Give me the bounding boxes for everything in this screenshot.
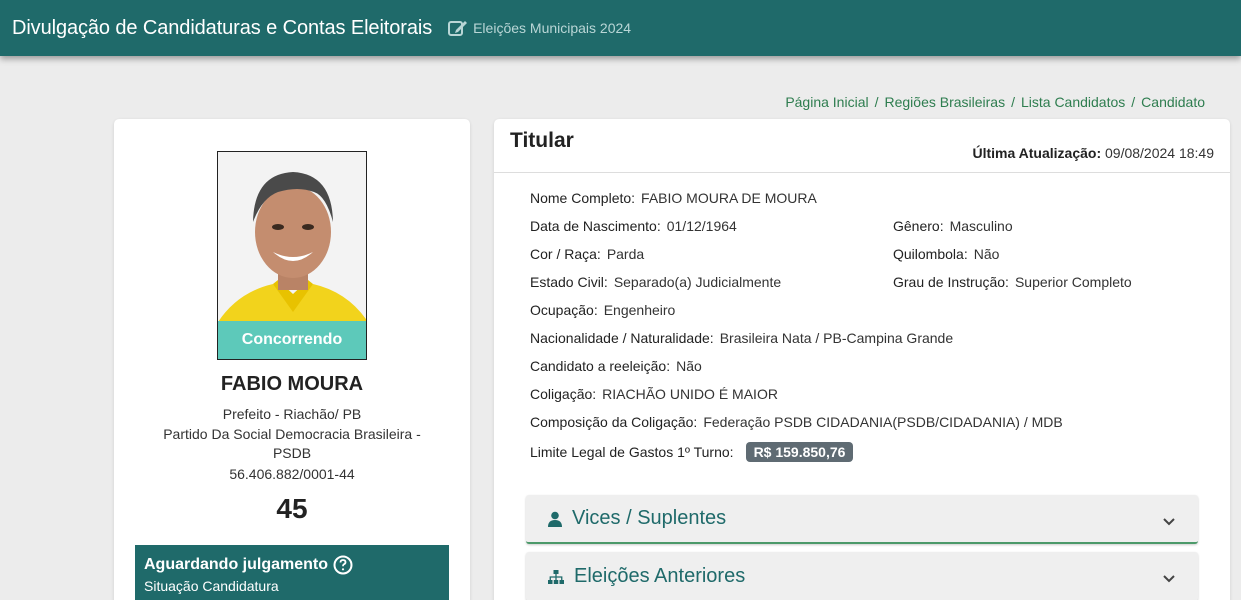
candidate-party-acronym: PSDB (272, 445, 312, 461)
field-limite-gastos: Limite Legal de Gastos 1º Turno: R$ 159.8… (530, 442, 854, 462)
candidate-cnpj: 56.406.882/0001-44 (229, 466, 355, 482)
election-selector[interactable]: Eleições Municipais 2024 (448, 19, 631, 37)
section-title: Titular (510, 129, 574, 152)
candidate-photo: Concorrendo (217, 151, 367, 360)
field-nacionalidade: Nacionalidade / Naturalidade: Brasileira … (530, 330, 953, 346)
field-data-nascimento: Data de Nascimento: 01/12/1964 (530, 218, 737, 234)
field-label: Candidato a reeleição: (530, 358, 671, 374)
field-quilombola: Quilombola: Não (893, 246, 999, 262)
field-ocupacao: Ocupação: Engenheiro (530, 302, 675, 318)
field-nome-completo: Nome Completo: FABIO MOURA DE MOURA (530, 190, 817, 206)
candidacy-status-box: Aguardando julgamento Situação Candidatu… (135, 545, 449, 600)
field-composicao: Composição da Coligação: Federação PSDB C… (530, 414, 1063, 430)
field-label: Ocupação: (530, 302, 598, 318)
field-value: 01/12/1964 (666, 218, 737, 234)
help-icon[interactable] (333, 555, 353, 575)
field-value: Federação PSDB CIDADANIA(PSDB/CIDADANIA)… (703, 414, 1063, 430)
breadcrumb-regions[interactable]: Regiões Brasileiras (884, 94, 1005, 110)
candidate-number: 45 (276, 493, 308, 524)
field-value: Não (676, 358, 702, 374)
field-reeleicao: Candidato a reeleição: Não (530, 358, 702, 374)
field-label: Data de Nascimento: (530, 218, 661, 234)
field-label: Estado Civil: (530, 274, 608, 290)
candidate-status-overlay: Concorrendo (218, 321, 366, 359)
candidate-office: Prefeito - Riachão/ PB (222, 406, 362, 422)
edit-icon (448, 21, 468, 36)
breadcrumb-separator: / (1131, 94, 1136, 110)
field-label: Gênero: (893, 218, 944, 234)
candidacy-status-label: Situação Candidatura (144, 578, 279, 594)
election-label: Eleições Municipais 2024 (473, 20, 632, 36)
details-header: Titular Última Atualização: 09/08/2024 1… (494, 119, 1230, 173)
field-value: Separado(a) Judicialmente (613, 274, 782, 290)
accordion-label: Vices / Suplentes (572, 507, 727, 529)
field-estado-civil: Estado Civil: Separado(a) Judicialmente (530, 274, 781, 290)
last-updated-value: 09/08/2024 18:49 (1105, 145, 1214, 161)
field-value: Superior Completo (1014, 274, 1132, 290)
field-label: Nome Completo: (530, 190, 636, 206)
field-label: Cor / Raça: (530, 246, 601, 262)
sitemap-icon (548, 569, 564, 584)
breadcrumb-home[interactable]: Página Inicial (785, 94, 868, 110)
field-genero: Gênero: Masculino (893, 218, 1013, 234)
top-bar: Divulgação de Candidaturas e Contas Elei… (0, 0, 1241, 56)
spending-limit-badge: R$ 159.850,76 (745, 442, 854, 462)
field-value: Não (973, 246, 1000, 262)
accordion-eleicoes-anteriores[interactable]: Eleições Anteriores (526, 552, 1198, 600)
field-value: Parda (606, 246, 645, 262)
breadcrumb-separator: / (874, 94, 879, 110)
chevron-down-icon (1162, 511, 1176, 534)
breadcrumb-current: Candidato (1141, 94, 1205, 110)
field-label: Quilombola: (893, 246, 968, 262)
candidate-party: Partido Da Social Democracia Brasileira … (163, 426, 421, 442)
candidacy-status-title: Aguardando julgamento (144, 556, 328, 573)
field-value: RIACHÃO UNIDO É MAIOR (602, 386, 778, 402)
breadcrumb-separator: / (1011, 94, 1015, 110)
field-value: FABIO MOURA DE MOURA (641, 190, 817, 206)
chevron-down-icon (1162, 568, 1176, 591)
field-label: Nacionalidade / Naturalidade: (530, 330, 714, 346)
field-value: Brasileira Nata / PB-Campina Grande (719, 330, 954, 346)
field-coligacao: Coligação: RIACHÃO UNIDO É MAIOR (530, 386, 778, 402)
field-label: Limite Legal de Gastos 1º Turno: (530, 444, 734, 460)
candidate-name: FABIO MOURA (220, 373, 364, 395)
user-icon (548, 511, 562, 527)
accordion-label: Eleições Anteriores (574, 565, 746, 587)
details-card: Titular Última Atualização: 09/08/2024 1… (494, 119, 1230, 600)
field-cor-raca: Cor / Raça: Parda (530, 246, 644, 262)
candidate-card: Concorrendo FABIO MOURA Prefeito - Riach… (114, 119, 470, 600)
field-value: Masculino (949, 218, 1013, 234)
breadcrumb-candidates-list[interactable]: Lista Candidatos (1021, 94, 1125, 110)
accordion-vices-suplentes[interactable]: Vices / Suplentes (526, 495, 1198, 544)
field-label: Grau de Instrução: (893, 274, 1009, 290)
last-updated: Última Atualização: 09/08/2024 18:49 (972, 145, 1214, 161)
app-title[interactable]: Divulgação de Candidaturas e Contas Elei… (12, 17, 432, 40)
field-value: Engenheiro (603, 302, 676, 318)
field-label: Coligação: (530, 386, 597, 402)
field-label: Composição da Coligação: (530, 414, 698, 430)
last-updated-label: Última Atualização: (972, 145, 1102, 161)
field-grau-instrucao: Grau de Instrução: Superior Completo (893, 274, 1132, 290)
breadcrumb: Página Inicial / Regiões Brasileiras / L… (785, 94, 1205, 110)
